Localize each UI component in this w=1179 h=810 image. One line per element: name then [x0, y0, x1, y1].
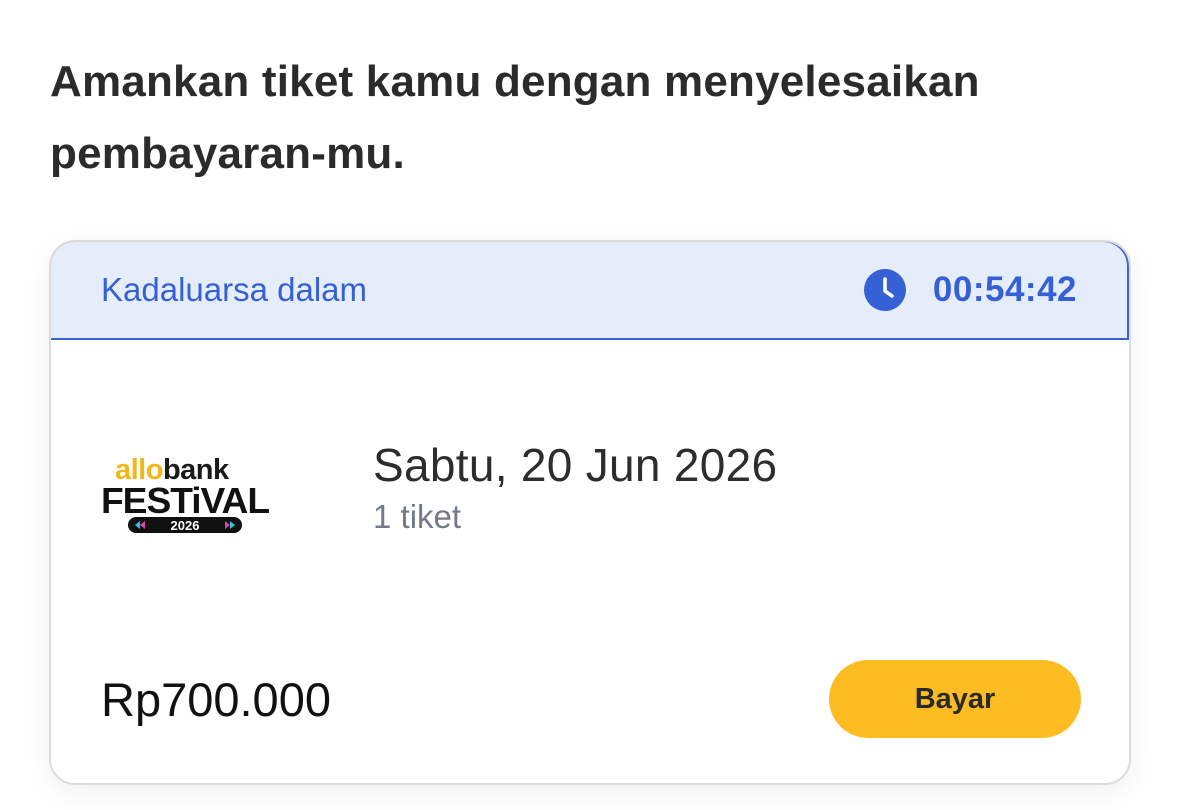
- ticket-quantity: 1 tiket: [373, 498, 462, 535]
- event-date: Sabtu, 20 Jun 2026: [373, 439, 778, 491]
- page-heading: Amankan tiket kamu dengan menyelesaikan …: [50, 57, 980, 178]
- clock-icon: [863, 268, 907, 312]
- event-info: Sabtu, 20 Jun 2026 1 tiket: [373, 437, 777, 537]
- logo-festival-text: FESTiVAL: [101, 480, 269, 521]
- payment-page: Amankan tiket kamu dengan menyelesaikan …: [0, 0, 1179, 810]
- expiry-label: Kadaluarsa dalam: [101, 271, 367, 308]
- logo-year-text: 2026: [171, 518, 200, 533]
- expiry-bar: Kadaluarsa dalam 00:54:42: [51, 242, 1129, 340]
- countdown-value: 00:54:42: [932, 270, 1077, 309]
- event-logo: allobank FESTiVAL 2026: [101, 447, 273, 537]
- ticket-card: Kadaluarsa dalam 00:54:42 allobank FESTi…: [49, 240, 1131, 785]
- pay-button[interactable]: Bayar: [829, 660, 1081, 738]
- total-price: Rp700.000: [101, 673, 331, 726]
- event-row: allobank FESTiVAL 2026 Sabtu, 20 Jun 202…: [101, 437, 777, 567]
- countdown-timer: 00:54:42: [863, 268, 1077, 312]
